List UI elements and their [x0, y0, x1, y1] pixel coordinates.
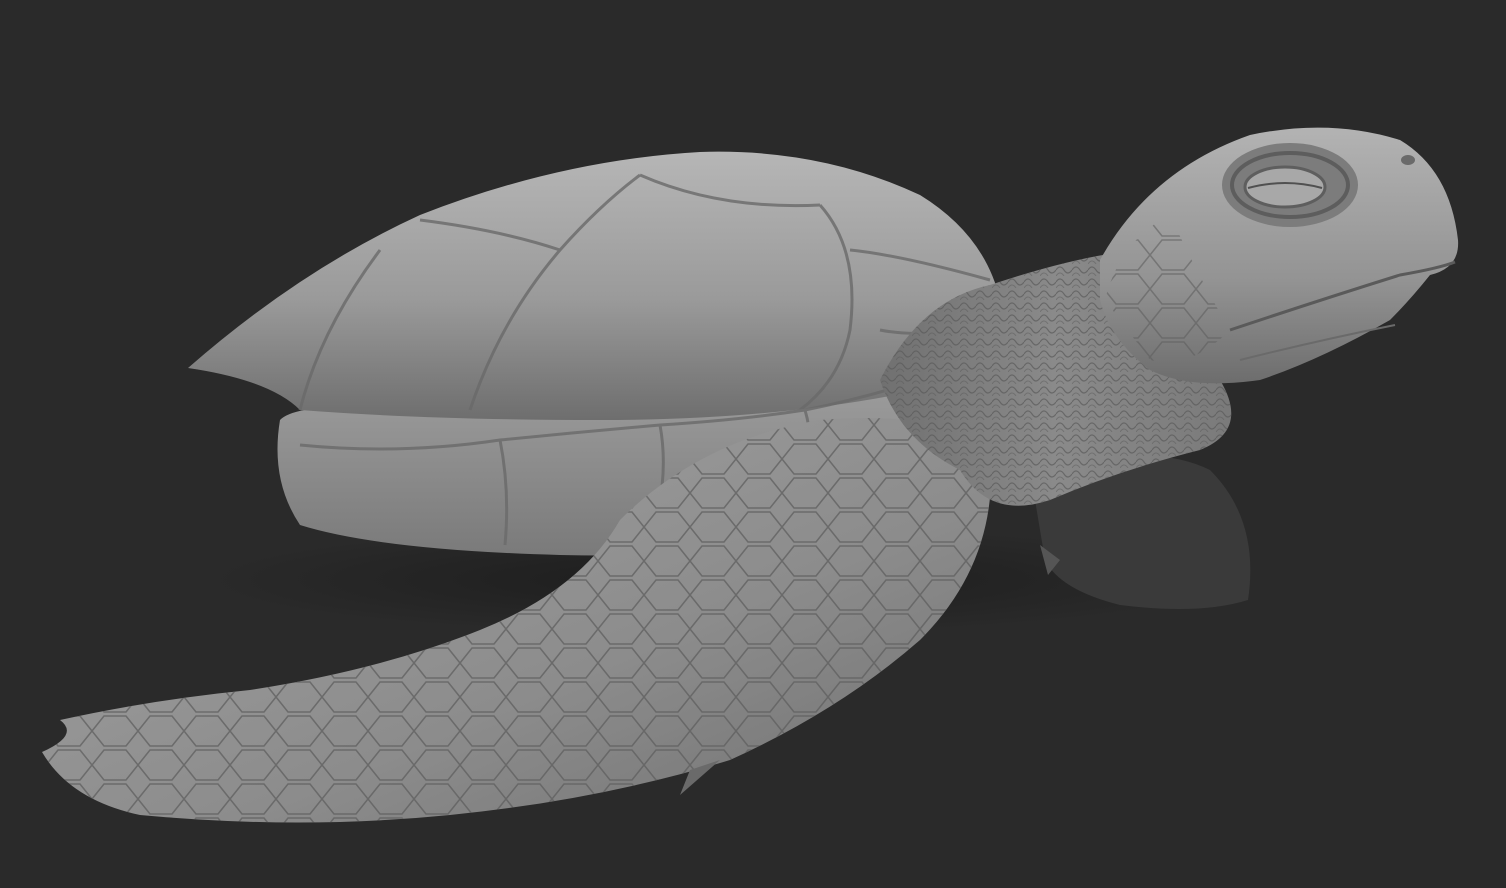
- turtle-render: [42, 127, 1459, 823]
- nostril: [1401, 155, 1415, 165]
- eye-lid: [1243, 165, 1327, 209]
- sculpt-viewport[interactable]: [0, 0, 1506, 888]
